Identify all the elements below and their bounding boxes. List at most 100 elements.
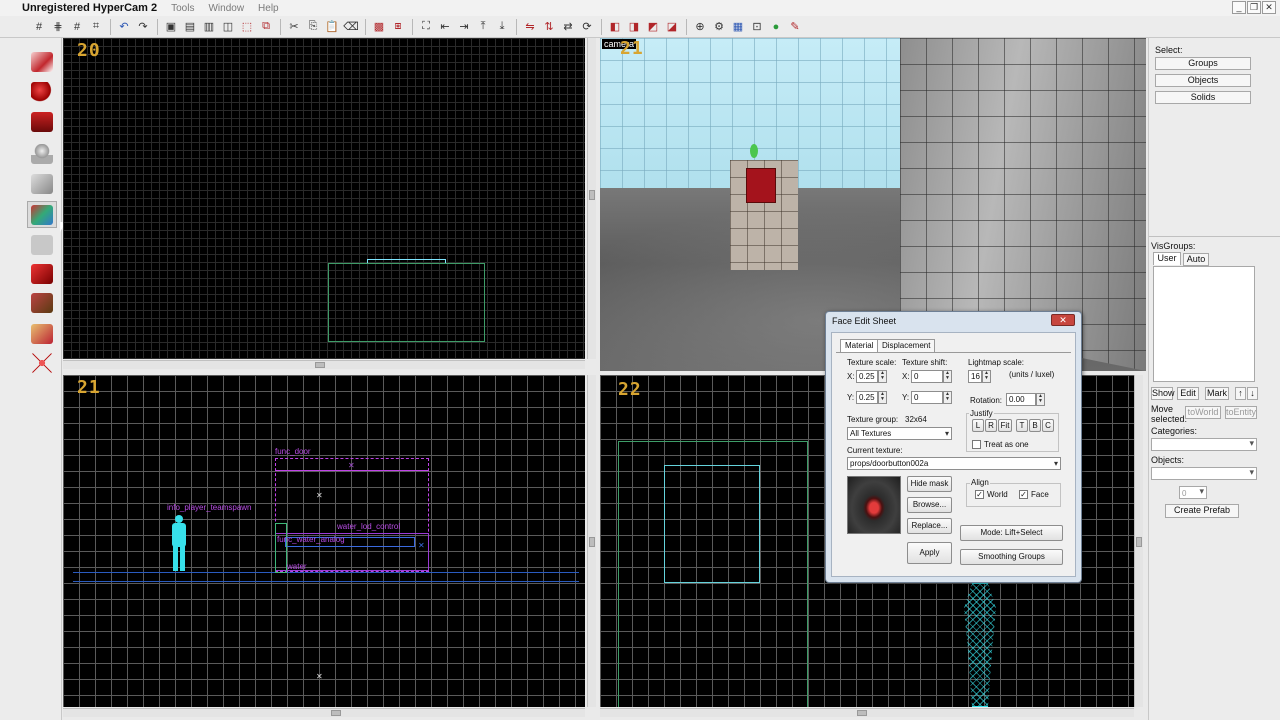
texture-tool-icon[interactable] [27, 201, 57, 228]
visgroups-user-tab[interactable]: User [1153, 252, 1181, 265]
apply-texture-icon[interactable] [27, 231, 57, 258]
lightmap-input[interactable]: 16 [968, 370, 982, 383]
create-prefab-button[interactable]: Create Prefab [1165, 504, 1239, 518]
viewport-hscroll[interactable] [63, 360, 585, 369]
align-face-checkbox[interactable]: ✓ [1019, 490, 1028, 499]
undo-icon[interactable]: ↶ [115, 18, 133, 36]
magnify-tool-icon[interactable] [27, 78, 57, 105]
minimize-button[interactable]: _ [1232, 1, 1246, 14]
cm-icon[interactable]: ⊡ [748, 18, 766, 36]
scroll-thumb[interactable] [315, 362, 325, 368]
mode-button[interactable]: Mode: Lift+Select [960, 525, 1063, 541]
objects-dropdown[interactable] [1151, 467, 1257, 480]
rotation-input[interactable]: 0.00 [1006, 393, 1036, 406]
texture-lock-icon[interactable]: ▩ [370, 18, 388, 36]
rotate-icon[interactable]: ⟳ [578, 18, 596, 36]
categories-dropdown[interactable] [1151, 438, 1257, 451]
grid-toggle-icon[interactable]: ⌗ [87, 18, 105, 36]
camera-tool-icon[interactable] [27, 108, 57, 135]
browse-button[interactable]: Browse... [907, 497, 952, 513]
to-world-button[interactable]: toWorld [1185, 406, 1221, 419]
select-groups-button[interactable]: Groups [1155, 57, 1251, 70]
justify-left-button[interactable]: L [972, 419, 984, 432]
settings-icon[interactable]: ⚙ [710, 18, 728, 36]
prefab-count-stepper[interactable]: 0 [1179, 486, 1207, 499]
align-right-icon[interactable]: ⇥ [455, 18, 473, 36]
visgroup-edit-button[interactable]: Edit [1177, 387, 1199, 400]
edges-icon[interactable]: ◨ [625, 18, 643, 36]
compile-icon[interactable]: ▦ [729, 18, 747, 36]
move-up-icon[interactable]: ↑ [1235, 387, 1246, 400]
decal-tool-icon[interactable] [27, 260, 57, 287]
viewport-vscroll[interactable] [587, 375, 596, 707]
run-map-icon[interactable]: ● [767, 18, 785, 36]
hide-icon[interactable]: ◫ [219, 18, 237, 36]
group-icon[interactable]: ▤ [181, 18, 199, 36]
shift-y-spinner[interactable]: ▲ ▼ [943, 391, 952, 404]
align-left-icon[interactable]: ⇤ [436, 18, 454, 36]
visgroup-show-button[interactable]: Show [1151, 387, 1175, 400]
scroll-thumb[interactable] [589, 190, 595, 200]
scale-x-input[interactable]: 0.25 [856, 370, 878, 383]
viewport-top-left[interactable]: 20 [63, 38, 585, 359]
visgroup-mark-button[interactable]: Mark [1205, 387, 1229, 400]
block-tool-icon[interactable] [27, 170, 57, 197]
viewport-bottom-left[interactable]: func_door info_player_teamspawn water_lo… [63, 375, 585, 707]
menu-window[interactable]: Window [208, 3, 244, 14]
visgroups-list[interactable] [1153, 266, 1255, 382]
move-down-icon[interactable]: ↓ [1247, 387, 1258, 400]
rotation-spinner[interactable]: ▲ ▼ [1036, 393, 1045, 406]
apply-button[interactable]: Apply [907, 542, 952, 564]
grid-coarse-icon[interactable]: # [68, 18, 86, 36]
grid-fine-icon[interactable]: ⋕ [49, 18, 67, 36]
draw-icon[interactable]: ✎ [786, 18, 804, 36]
viewport-hscroll[interactable] [600, 708, 1134, 717]
scissors-icon[interactable]: ✂ [285, 18, 303, 36]
justify-center-button[interactable]: C [1042, 419, 1054, 432]
shift-y-input[interactable]: 0 [911, 391, 943, 404]
current-texture-dropdown[interactable]: props/doorbutton002a [847, 457, 1061, 470]
cordon-icon[interactable]: ⊕ [691, 18, 709, 36]
carve-icon[interactable]: ▣ [162, 18, 180, 36]
tab-displacement[interactable]: Displacement [877, 339, 936, 352]
align-bottom-icon[interactable]: ⤓ [493, 18, 511, 36]
treat-as-one-checkbox[interactable] [972, 440, 981, 449]
paste-icon[interactable]: 📋 [323, 18, 341, 36]
align-top-icon[interactable]: ⤒ [474, 18, 492, 36]
flip-v-icon[interactable]: ⇅ [540, 18, 558, 36]
ungroup-icon[interactable]: ▥ [200, 18, 218, 36]
vertex-tool-icon[interactable] [27, 349, 57, 376]
redo-icon[interactable]: ↷ [134, 18, 152, 36]
justify-top-button[interactable]: T [1016, 419, 1028, 432]
copy-icon[interactable]: ⧉ [257, 18, 275, 36]
texture-scale-icon[interactable]: ⧆ [389, 18, 407, 36]
select-objects-button[interactable]: Objects [1155, 74, 1251, 87]
scroll-thumb[interactable] [857, 710, 867, 716]
tab-material[interactable]: Material [840, 339, 879, 352]
scroll-thumb[interactable] [1136, 537, 1142, 547]
flip-h-icon[interactable]: ⇋ [521, 18, 539, 36]
grid-icon[interactable]: # [30, 18, 48, 36]
menu-tools[interactable]: Tools [171, 3, 194, 14]
shift-x-spinner[interactable]: ▲ ▼ [943, 370, 952, 383]
select-solids-button[interactable]: Solids [1155, 91, 1251, 104]
shift-x-input[interactable]: 0 [911, 370, 943, 383]
selection-tool-icon[interactable] [27, 48, 57, 75]
entity-report-icon[interactable]: ◩ [644, 18, 662, 36]
hide-mask-button[interactable]: Hide mask [907, 476, 952, 492]
texture-group-dropdown[interactable]: All Textures [847, 427, 952, 440]
mirror-icon[interactable]: ⇄ [559, 18, 577, 36]
replace-button[interactable]: Replace... [907, 518, 952, 534]
menu-help[interactable]: Help [258, 3, 279, 14]
viewport-hscroll[interactable] [63, 708, 585, 717]
overlay-tool-icon[interactable] [27, 289, 57, 316]
scroll-thumb[interactable] [331, 710, 341, 716]
problem-icon[interactable]: ◪ [663, 18, 681, 36]
justify-bottom-button[interactable]: B [1029, 419, 1041, 432]
viewport-vscroll[interactable] [1134, 375, 1143, 707]
smoothing-groups-button[interactable]: Smoothing Groups [960, 549, 1063, 565]
clipping-tool-icon[interactable] [27, 320, 57, 347]
visgroups-auto-tab[interactable]: Auto [1183, 253, 1209, 266]
cut-icon[interactable]: ⬚ [238, 18, 256, 36]
scale-y-input[interactable]: 0.25 [856, 391, 878, 404]
